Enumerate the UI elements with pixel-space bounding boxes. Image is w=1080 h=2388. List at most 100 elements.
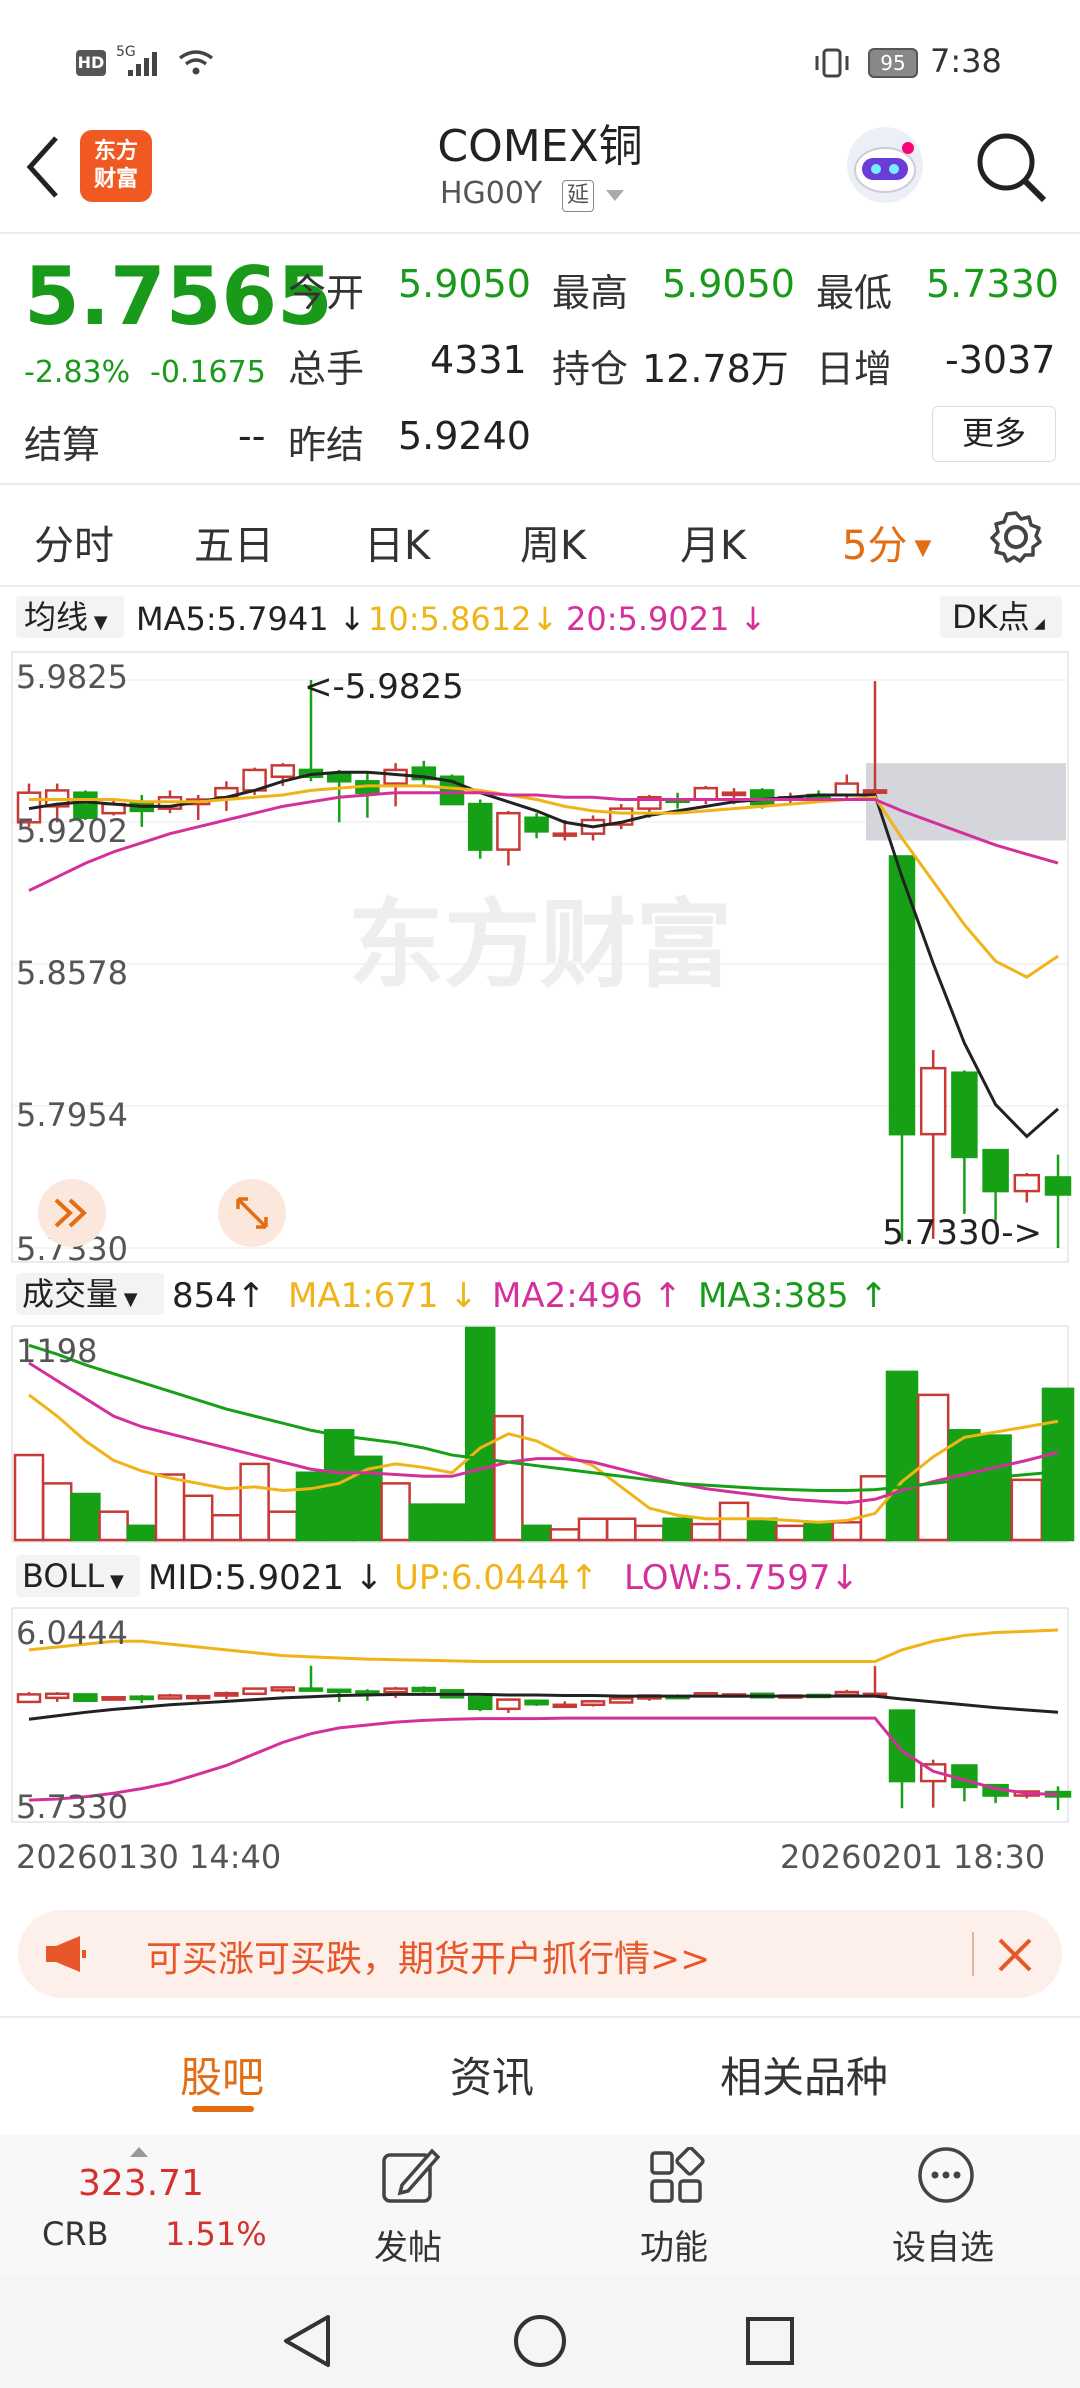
app-logo[interactable]: 东方 财富 xyxy=(80,130,152,202)
volume-bar xyxy=(13,1453,45,1542)
volume-bar xyxy=(267,1510,299,1542)
price-tick: 5.9825 xyxy=(16,658,128,696)
function-grid-icon[interactable] xyxy=(648,2147,708,2207)
tab-intraday[interactable]: 分时 xyxy=(34,513,114,571)
daily-increase-value: -3037 xyxy=(945,338,1056,382)
dropdown-icon[interactable] xyxy=(604,188,626,204)
candle-body xyxy=(270,764,296,779)
more-button[interactable]: 更多 xyxy=(932,406,1056,462)
volume-bar xyxy=(775,1524,806,1542)
change-value: -0.1675 xyxy=(150,355,266,390)
volume-value: 4331 xyxy=(430,338,527,382)
volume-bar xyxy=(577,1517,609,1542)
boll-up-legend: UP:6.0444↑ xyxy=(394,1558,599,1598)
candle-body xyxy=(467,802,493,851)
boll-candle-body xyxy=(411,1686,437,1693)
post-button[interactable]: 发帖 xyxy=(374,2220,442,2269)
tab-related[interactable]: 相关品种 xyxy=(720,2044,888,2105)
volume-bar xyxy=(831,1521,863,1542)
price-tick: 5.9202 xyxy=(16,812,128,850)
collapse-up-icon[interactable] xyxy=(128,2145,150,2159)
volume-bar xyxy=(70,1492,101,1542)
boll-low-legend: LOW:5.7597↓ xyxy=(624,1558,860,1598)
function-button[interactable]: 功能 xyxy=(640,2220,708,2269)
open-label: 今开 xyxy=(288,271,365,315)
volume-bar xyxy=(979,1434,1012,1542)
boll-candle-body xyxy=(101,1696,126,1701)
status-bar: HD 5G 95 7:38 xyxy=(0,0,1080,120)
fullscreen-button[interactable] xyxy=(218,1179,286,1247)
volume-bar xyxy=(154,1473,186,1542)
daily-increase-label: 日增 xyxy=(816,347,893,391)
volume-bar xyxy=(182,1494,214,1542)
volume-label: 总手 xyxy=(288,347,365,391)
nav-home-icon[interactable] xyxy=(512,2313,568,2369)
system-nav-bar xyxy=(0,2275,1080,2388)
banner-text[interactable]: 可买涨可买跌，期货开户抓行情>> xyxy=(146,1930,710,1982)
volume-bar xyxy=(408,1503,440,1542)
dk-point-button[interactable]: DK点 ◢ xyxy=(940,596,1062,638)
volume-bar xyxy=(605,1517,637,1542)
search-icon[interactable] xyxy=(974,130,1050,206)
add-watchlist-button[interactable]: 设自选 xyxy=(892,2220,994,2269)
volume-bar xyxy=(1041,1387,1075,1542)
boll-up-line xyxy=(28,1628,1059,1663)
tab-monthly-k[interactable]: 月K xyxy=(680,513,746,571)
boll-candle-body xyxy=(467,1696,493,1711)
candle-body xyxy=(982,1148,1009,1193)
volume-bar xyxy=(662,1517,693,1542)
volume-bar xyxy=(916,1393,950,1542)
high-value: 5.9050 xyxy=(662,262,795,306)
boll-chart[interactable]: 6.0444 5.7330 xyxy=(0,1604,1080,1826)
robot-avatar-icon[interactable] xyxy=(840,120,930,210)
fast-forward-button[interactable] xyxy=(38,1179,106,1247)
battery-icon: 95 xyxy=(868,48,918,78)
boll-mid-legend: MID:5.9021 ↓ xyxy=(148,1558,384,1598)
last-price: 5.7565 xyxy=(24,250,333,343)
indicator-select[interactable]: 均线 ▼ xyxy=(16,596,124,638)
boll-candle-body xyxy=(580,1700,606,1707)
candlestick-chart[interactable]: 东方财富 5.98255.92025.85785.79545.7330 <-5.… xyxy=(0,648,1080,1268)
period-tabs: 分时 五日 日K 周K 月K 5分 ▼ xyxy=(0,485,1080,585)
boll-indicator-select[interactable]: BOLL ▼ xyxy=(16,1555,140,1597)
crb-name[interactable]: CRB xyxy=(42,2215,109,2253)
crb-change[interactable]: 1.51% xyxy=(165,2215,267,2253)
candle-body xyxy=(524,816,549,833)
volume-max-tick: 1198 xyxy=(16,1332,97,1370)
open-value: 5.9050 xyxy=(398,262,531,306)
more-options-icon[interactable] xyxy=(916,2145,976,2205)
vibrate-icon xyxy=(815,48,849,78)
megaphone-icon xyxy=(46,1936,86,1972)
tab-5min[interactable]: 5分 ▼ xyxy=(842,513,931,571)
boll-candle-body xyxy=(129,1695,155,1701)
crb-value[interactable]: 323.71 xyxy=(78,2163,204,2204)
close-icon[interactable] xyxy=(996,1936,1034,1974)
vol-ma3-legend: MA3:385 ↑ xyxy=(698,1276,888,1316)
volume-bar xyxy=(948,1429,981,1542)
boll-candle-body xyxy=(16,1693,42,1704)
boll-candle-body xyxy=(496,1698,521,1711)
tab-news[interactable]: 资讯 xyxy=(450,2044,534,2105)
tab-guba[interactable]: 股吧 xyxy=(180,2044,264,2105)
promo-banner[interactable]: 可买涨可买跌，期货开户抓行情>> xyxy=(18,1910,1062,1998)
boll-candle-body xyxy=(185,1694,211,1700)
post-edit-icon[interactable] xyxy=(380,2145,440,2207)
wifi-icon xyxy=(178,50,214,75)
tab-five-day[interactable]: 五日 xyxy=(194,513,274,571)
volume-bar xyxy=(634,1524,665,1542)
volume-chart[interactable]: 1198 xyxy=(0,1322,1080,1546)
tab-daily-k[interactable]: 日K xyxy=(364,513,430,571)
active-tab-indicator xyxy=(192,2106,254,2112)
volume-bar xyxy=(859,1475,891,1542)
volume-indicator-select[interactable]: 成交量 ▼ xyxy=(16,1273,164,1315)
candle-body xyxy=(1044,1176,1072,1196)
tab-weekly-k[interactable]: 周K xyxy=(520,513,586,571)
nav-back-icon[interactable] xyxy=(280,2313,334,2369)
candle-body xyxy=(862,789,888,794)
settings-gear-icon[interactable] xyxy=(988,509,1044,565)
nav-recents-icon[interactable] xyxy=(744,2315,796,2367)
low-annotation: 5.7330-> xyxy=(882,1213,1042,1253)
back-icon[interactable] xyxy=(20,132,66,202)
boll-top-tick: 6.0444 xyxy=(16,1614,128,1652)
candle-body xyxy=(496,811,521,851)
